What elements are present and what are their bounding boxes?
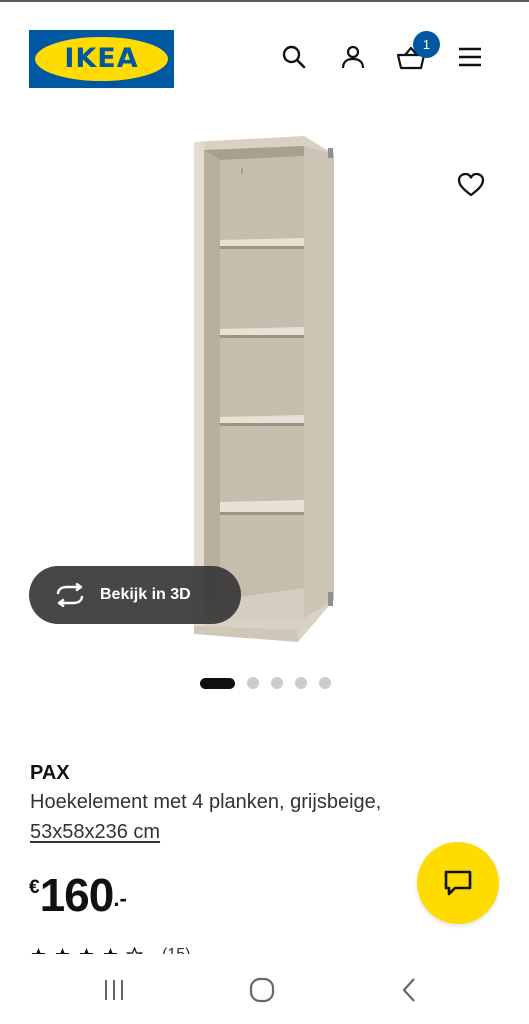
price-integer: 160 [39, 869, 115, 921]
back-icon [402, 978, 415, 1002]
logo-registered-mark: ® [159, 39, 165, 46]
home-button[interactable] [245, 973, 279, 1007]
status-bar-edge [0, 0, 529, 2]
search-icon [282, 45, 306, 69]
star-icon [31, 948, 46, 954]
chat-button[interactable] [417, 842, 499, 924]
menu-button[interactable] [454, 41, 486, 73]
view-in-3d-label: Bekijk in 3D [100, 586, 191, 603]
carousel-dot-3[interactable] [271, 677, 283, 689]
product-price: € 160 .- [29, 868, 127, 922]
product-dimensions-link[interactable]: 53x58x236 cm [30, 821, 160, 844]
star-icon [103, 948, 118, 954]
carousel-dot-1[interactable] [200, 677, 235, 689]
price-currency: € [29, 877, 40, 898]
recent-apps-icon [105, 980, 123, 1000]
rotate-3d-icon [53, 582, 89, 608]
carousel-dot-4[interactable] [295, 677, 307, 689]
product-rating[interactable]: (15) [30, 940, 330, 954]
carousel-dot-5[interactable] [319, 677, 331, 689]
star-half-icon [126, 947, 143, 954]
star-icon [55, 948, 70, 954]
search-button[interactable] [278, 41, 310, 73]
site-header: IKEA ® 1 [0, 28, 529, 90]
ikea-logo[interactable]: IKEA ® [29, 30, 174, 88]
chat-icon [444, 870, 472, 896]
cart-count-badge: 1 [413, 31, 440, 58]
view-in-3d-button[interactable]: Bekijk in 3D [29, 566, 241, 624]
menu-icon [459, 47, 481, 67]
rating-count: (15) [162, 946, 190, 954]
android-navigation-bar [0, 955, 529, 1024]
home-icon [249, 977, 275, 1003]
logo-text: IKEA [64, 43, 139, 74]
product-name: PAX [30, 762, 70, 784]
heart-icon [457, 172, 485, 197]
price-decimal: .- [113, 886, 127, 911]
carousel-dot-2[interactable] [247, 677, 259, 689]
carousel-indicator [200, 677, 343, 689]
star-icon [79, 948, 94, 954]
add-to-wishlist-button[interactable] [454, 168, 488, 202]
account-button[interactable] [337, 41, 369, 73]
back-button[interactable] [392, 973, 426, 1007]
recent-apps-button[interactable] [97, 973, 131, 1007]
user-icon [341, 45, 365, 69]
product-description: Hoekelement met 4 planken, grijsbeige, [30, 791, 382, 813]
